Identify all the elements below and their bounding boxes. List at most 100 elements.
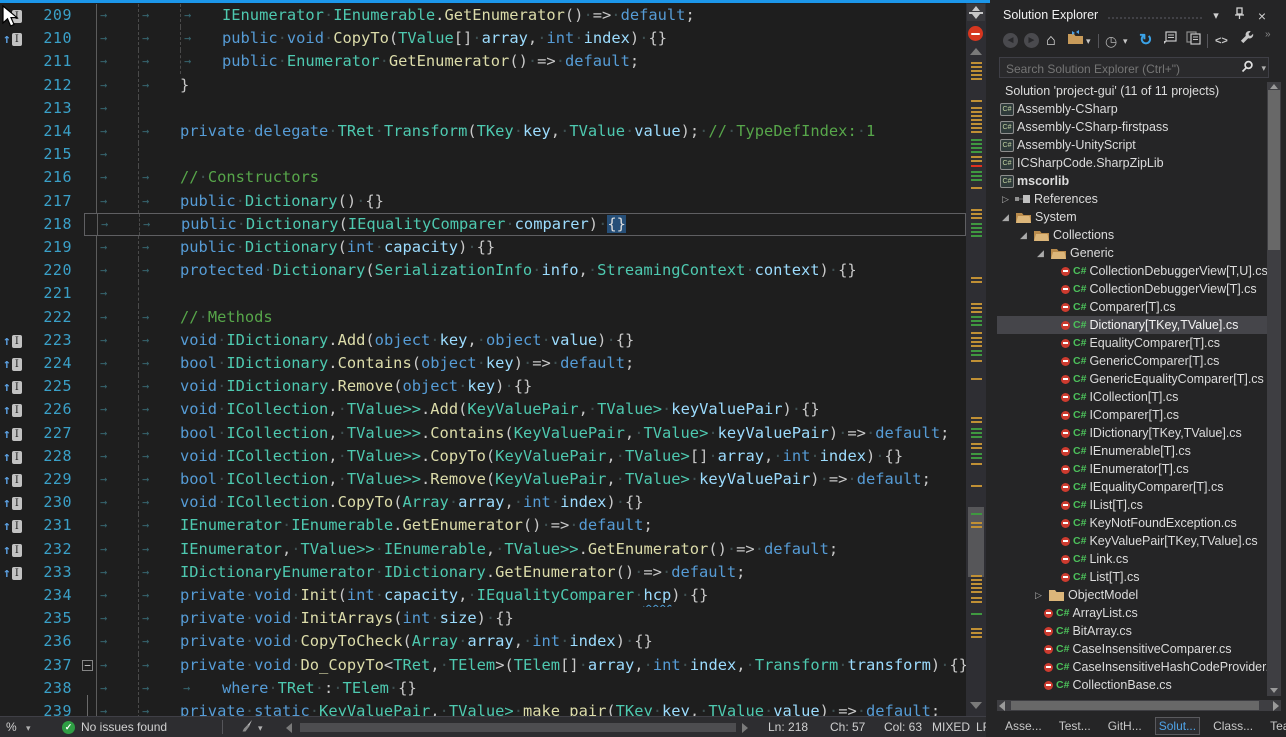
code-line-239[interactable]: 239→→private·static·KeyValuePair,·TValue…	[0, 700, 966, 716]
titlebar-grip[interactable]	[1107, 16, 1202, 21]
tree-item-references[interactable]: ▷References	[997, 190, 1267, 208]
expander-open-icon[interactable]: ◢	[1002, 208, 1015, 226]
code-text[interactable]: →→→public·void·CopyTo(TValue[]·array,·in…	[84, 27, 966, 50]
tree-item-equalitycomparer-t-cs[interactable]: C#EqualityComparer[T].cs	[997, 334, 1267, 352]
search-icon[interactable]	[1241, 60, 1254, 78]
expander-open-icon[interactable]: ◢	[1037, 244, 1050, 262]
refresh-icon[interactable]: ↻	[1139, 30, 1152, 52]
pending-changes-filter-icon[interactable]: ◷	[1105, 30, 1117, 52]
editor-scrollbar-thumb[interactable]	[968, 507, 984, 577]
code-text[interactable]: →→bool·IDictionary.Contains(object·key)·…	[84, 352, 966, 375]
tree-item-caseinsensitivecomparer-cs[interactable]: C#CaseInsensitiveComparer.cs	[997, 640, 1267, 658]
code-editor[interactable]: ↑I209→→→IEnumerator·IEnumerable.GetEnume…	[0, 0, 966, 716]
code-line-226[interactable]: ↑I226→→void·ICollection,·TValue>>.Add(Ke…	[0, 398, 966, 421]
tree-item-icollection-t-cs[interactable]: C#ICollection[T].cs	[997, 388, 1267, 406]
code-line-231[interactable]: ↑I231→→IEnumerator·IEnumerable.GetEnumer…	[0, 514, 966, 537]
window-position-dropdown-icon[interactable]: ▾	[1207, 7, 1225, 25]
code-line-221[interactable]: 221→	[0, 282, 966, 305]
close-icon[interactable]: ×	[1253, 7, 1271, 25]
search-box[interactable]: ▾	[999, 57, 1269, 78]
zoom-control[interactable]: %	[6, 717, 17, 737]
code-line-215[interactable]: 215→	[0, 143, 966, 166]
encoding-indicator[interactable]: MIXED	[932, 717, 970, 737]
tool-window-tab-asse[interactable]: Asse...	[1001, 717, 1046, 735]
tree-item-genericequalitycomparer-t-cs[interactable]: C#GenericEqualityComparer[T].cs	[997, 370, 1267, 388]
collapse-all-icon[interactable]	[1163, 30, 1178, 52]
code-text[interactable]: →→public·Dictionary(IEqualityComparer·co…	[84, 213, 966, 236]
code-text[interactable]: →→//·Methods	[84, 306, 966, 329]
column-indicator[interactable]: Col: 63	[884, 717, 922, 737]
code-text[interactable]: →→}	[84, 74, 966, 97]
hscroll-thumb[interactable]	[300, 723, 736, 732]
tree-item-list-t-cs[interactable]: C#List[T].cs	[997, 568, 1267, 586]
tree-item-genericcomparer-t-cs[interactable]: C#GenericComparer[T].cs	[997, 352, 1267, 370]
sync-with-active-document-icon[interactable]	[1067, 30, 1084, 52]
back-button[interactable]: ◄	[1003, 30, 1018, 52]
tree-item-collectiondebuggerview-t-u-cs[interactable]: C#CollectionDebuggerView[T,U].cs	[997, 262, 1267, 280]
code-line-224[interactable]: ↑I224→→bool·IDictionary.Contains(object·…	[0, 352, 966, 375]
tree-item-collectionbase-cs[interactable]: C#CollectionBase.cs	[997, 676, 1267, 694]
code-text[interactable]: →→→IEnumerator·IEnumerable.GetEnumerator…	[84, 4, 966, 27]
solution-explorer-titlebar[interactable]: Solution Explorer ▾ ×	[997, 4, 1286, 28]
zoom-dropdown-icon[interactable]: ▾	[26, 718, 31, 737]
sync-dropdown-icon[interactable]: ▾	[1086, 30, 1091, 52]
code-text[interactable]: →→public·Dictionary()·{}	[84, 190, 966, 213]
code-line-228[interactable]: ↑I228→→void·ICollection,·TValue>>.CopyTo…	[0, 445, 966, 468]
code-text[interactable]: →→private·void·CopyToCheck(Array·array,·…	[84, 630, 966, 653]
code-line-234[interactable]: 234→→private·void·Init(int·capacity,·IEq…	[0, 584, 966, 607]
expander-closed-icon[interactable]: ▷	[1002, 190, 1015, 208]
code-line-223[interactable]: ↑I223→→void·IDictionary.Add(object·key,·…	[0, 329, 966, 352]
editor-vertical-scrollbar[interactable]	[966, 0, 986, 716]
tree-item-link-cs[interactable]: C#Link.cs	[997, 550, 1267, 568]
code-text[interactable]: →→private·delegate·TRet·Transform(TKey·k…	[84, 120, 966, 143]
tree-scroll-up-icon[interactable]	[1270, 84, 1278, 89]
code-line-212[interactable]: 212→→}	[0, 74, 966, 97]
tree-vertical-scrollbar[interactable]	[1267, 82, 1281, 696]
expander-open-icon[interactable]: ◢	[1020, 226, 1033, 244]
code-line-217[interactable]: 217→→public·Dictionary()·{}	[0, 190, 966, 213]
code-text[interactable]: →→void·IDictionary.Add(object·key,·objec…	[84, 329, 966, 352]
tree-item-solution-project-gui-11-of-11-projects[interactable]: Solution 'project-gui' (11 of 11 project…	[997, 82, 1267, 100]
tree-item-mscorlib[interactable]: C#mscorlib	[997, 172, 1267, 190]
code-text[interactable]: →→IDictionaryEnumerator·IDictionary.GetE…	[84, 561, 966, 584]
code-text[interactable]: →→private·void·Do_CopyTo<TRet,·TElem>(TE…	[84, 654, 966, 677]
code-line-227[interactable]: ↑I227→→bool·ICollection,·TValue>>.Contai…	[0, 422, 966, 445]
code-text[interactable]: →→public·Dictionary(int·capacity)·{}	[84, 236, 966, 259]
tree-item-collections[interactable]: ◢Collections	[997, 226, 1267, 244]
tree-horizontal-scrollbar[interactable]	[997, 700, 1281, 711]
code-line-213[interactable]: 213→	[0, 97, 966, 120]
view-code-icon[interactable]: <>	[1215, 30, 1228, 52]
forward-button[interactable]: ►	[1024, 30, 1039, 52]
char-indicator[interactable]: Ch: 57	[830, 717, 865, 737]
code-line-233[interactable]: ↑I233→→IDictionaryEnumerator·IDictionary…	[0, 561, 966, 584]
editor-split-handle-icon[interactable]	[967, 4, 985, 21]
show-all-files-icon[interactable]	[1186, 30, 1201, 52]
code-text[interactable]: →→→where·TRet·:·TElem·{}	[84, 677, 966, 700]
code-text[interactable]: →	[84, 143, 966, 166]
properties-wrench-icon[interactable]	[1239, 30, 1254, 52]
code-line-214[interactable]: 214→→private·delegate·TRet·Transform(TKe…	[0, 120, 966, 143]
line-indicator[interactable]: Ln: 218	[768, 717, 808, 737]
search-input[interactable]	[1004, 59, 1228, 78]
home-icon[interactable]: ⌂	[1046, 30, 1056, 52]
tree-scrollbar-thumb[interactable]	[1268, 90, 1280, 250]
tree-item-system[interactable]: ◢System	[997, 208, 1267, 226]
code-line-230[interactable]: ↑I230→→void·ICollection.CopyTo(Array·arr…	[0, 491, 966, 514]
code-line-236[interactable]: 236→→private·void·CopyToCheck(Array·arra…	[0, 630, 966, 653]
code-text[interactable]: →→void·ICollection,·TValue>>.Add(KeyValu…	[84, 398, 966, 421]
code-cleanup-broom-icon[interactable]	[240, 719, 254, 737]
tree-item-keyvaluepair-tkey-tvalue-cs[interactable]: C#KeyValuePair[TKey,TValue].cs	[997, 532, 1267, 550]
tree-item-keynotfoundexception-cs[interactable]: C#KeyNotFoundException.cs	[997, 514, 1267, 532]
tree-item-ienumerable-t-cs[interactable]: C#IEnumerable[T].cs	[997, 442, 1267, 460]
tree-item-iequalitycomparer-t-cs[interactable]: C#IEqualityComparer[T].cs	[997, 478, 1267, 496]
code-line-235[interactable]: 235→→private·void·InitArrays(int·size)·{…	[0, 607, 966, 630]
code-text[interactable]: →→protected·Dictionary(SerializationInfo…	[84, 259, 966, 282]
tree-item-ilist-t-cs[interactable]: C#IList[T].cs	[997, 496, 1267, 514]
code-line-219[interactable]: 219→→public·Dictionary(int·capacity)·{}	[0, 236, 966, 259]
tree-item-assembly-csharp-firstpass[interactable]: C#Assembly-CSharp-firstpass	[997, 118, 1267, 136]
code-text[interactable]: →→bool·ICollection,·TValue>>.Remove(KeyV…	[84, 468, 966, 491]
scroll-down-arrow-icon[interactable]	[970, 702, 982, 709]
code-line-211[interactable]: 211→→→public·Enumerator·GetEnumerator()·…	[0, 50, 966, 73]
tree-item-icsharpcode-sharpziplib[interactable]: C#ICSharpCode.SharpZipLib	[997, 154, 1267, 172]
tree-item-icomparer-t-cs[interactable]: C#IComparer[T].cs	[997, 406, 1267, 424]
